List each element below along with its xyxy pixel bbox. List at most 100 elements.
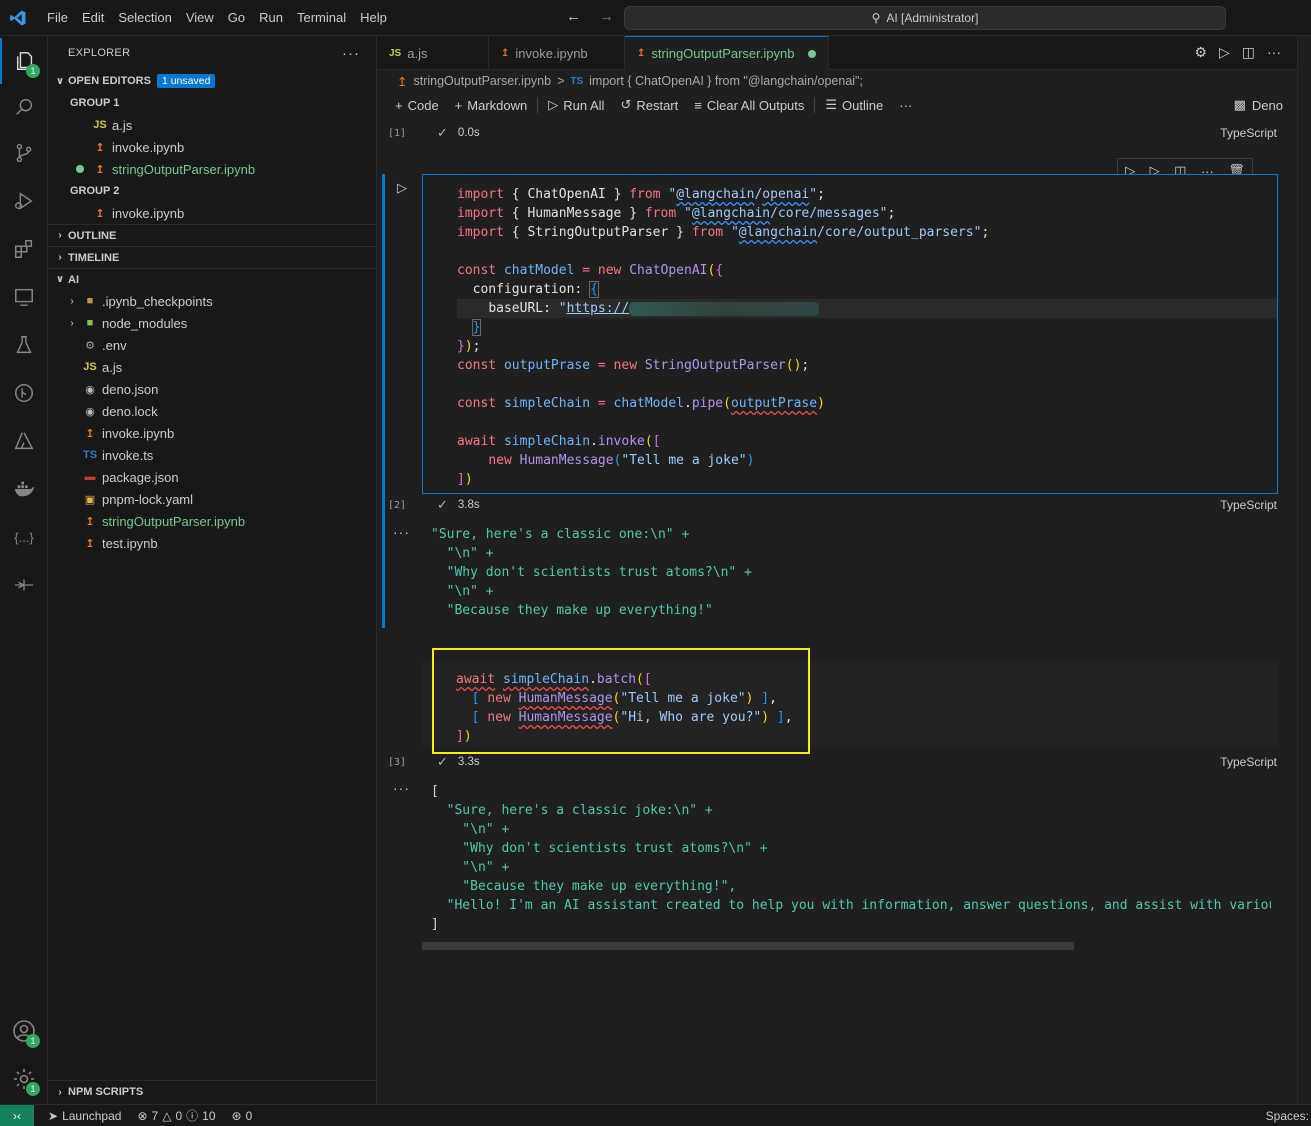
open-editor-invoke-ipynb-2[interactable]: ↥ invoke.ipynb (48, 202, 376, 224)
remote-indicator-icon[interactable]: ›‹ (0, 1104, 34, 1126)
kernel-icon: ▩ (1233, 97, 1246, 112)
docker-icon[interactable] (0, 466, 48, 512)
deno-icon: ◉ (85, 383, 95, 396)
execution-time: 0.0s (457, 127, 480, 139)
file-label: pnpm-lock.yaml (102, 491, 194, 507)
indentation-item[interactable]: Spaces: (1258, 1109, 1311, 1123)
cell-2-editor[interactable]: import { ChatOpenAI } from "@langchain/o… (422, 174, 1278, 494)
menu-file[interactable]: File (40, 0, 75, 36)
back-arrow-icon[interactable]: ← (566, 8, 581, 25)
git-graph-icon[interactable] (0, 370, 48, 416)
extensions-icon[interactable] (0, 226, 48, 272)
npm-scripts-header[interactable]: › NPM SCRIPTS (48, 1081, 377, 1103)
breadcrumb-symbol[interactable]: import { ChatOpenAI } from "@langchain/o… (589, 74, 863, 88)
breadcrumb-file[interactable]: stringOutputParser.ipynb (413, 74, 551, 88)
source-control-icon[interactable] (0, 130, 48, 176)
settings-gear-icon[interactable]: ⚙ (1194, 44, 1207, 61)
more-actions-icon[interactable]: ··· (891, 98, 920, 113)
file-item-stringoutputparser[interactable]: ↥ stringOutputParser.ipynb (48, 510, 376, 532)
run-icon[interactable]: ▷ (1219, 44, 1230, 61)
file-item-a-js[interactable]: JS a.js (48, 356, 376, 378)
output-more-icon[interactable]: ··· (393, 780, 410, 796)
file-item-deno-lock[interactable]: ◉ deno.lock (48, 400, 376, 422)
output-horizontal-scrollbar[interactable] (422, 942, 1074, 950)
account-badge: 1 (26, 1034, 40, 1048)
forward-arrow-icon[interactable]: → (599, 8, 614, 25)
timeline-header[interactable]: › TIMELINE (48, 246, 376, 268)
menu-view[interactable]: View (179, 0, 221, 36)
outline-button[interactable]: ☰ Outline (817, 97, 891, 113)
workspace-header[interactable]: ∨ AI (48, 268, 376, 290)
plus-icon: + (395, 97, 403, 113)
open-editor-invoke-ipynb[interactable]: ↥ invoke.ipynb (48, 136, 376, 158)
more-actions-icon[interactable]: ··· (1267, 44, 1281, 61)
search-icon[interactable] (0, 84, 48, 130)
file-item-deno-json[interactable]: ◉ deno.json (48, 378, 376, 400)
json-braces-icon[interactable]: {...} (0, 514, 48, 560)
problems-item[interactable]: ⊗ 7 △ 0 ⓘ 10 (129, 1107, 223, 1124)
explorer-sidebar: EXPLORER ··· ∨ OPEN EDITORS 1 unsaved GR… (48, 36, 377, 1104)
command-center[interactable]: ⚲ AI [Administrator] (624, 6, 1226, 30)
kernel-picker[interactable]: ▩ Deno (1234, 92, 1283, 118)
search-icon: ⚲ (871, 11, 881, 25)
explorer-icon[interactable]: 1 (0, 38, 48, 84)
open-editors-header[interactable]: ∨ OPEN EDITORS 1 unsaved (48, 70, 376, 92)
file-item-node-modules[interactable]: › ■ node_modules (48, 312, 376, 334)
activity-bar: 1 {...} 1 1 (0, 36, 48, 1104)
tab-stringoutputparser[interactable]: ↥ stringOutputParser.ipynb (625, 36, 830, 70)
open-editor-a-js[interactable]: JS a.js (48, 114, 376, 136)
file-item-env[interactable]: ⚙ .env (48, 334, 376, 356)
file-item-invoke-ipynb[interactable]: ↥ invoke.ipynb (48, 422, 376, 444)
cell-language[interactable]: TypeScript (1220, 126, 1277, 140)
open-editor-stringoutputparser[interactable]: ↥ stringOutputParser.ipynb (48, 158, 376, 180)
ts-icon: TS (82, 449, 98, 461)
azure-icon[interactable] (0, 418, 48, 464)
run-cell-button[interactable]: ▷ (397, 180, 407, 196)
file-item-package-json[interactable]: ▬ package.json (48, 466, 376, 488)
code-line: const simpleChain = chatModel.pipe(outpu… (457, 396, 825, 411)
account-icon[interactable]: 1 (0, 1008, 48, 1054)
menu-help[interactable]: Help (353, 0, 394, 36)
add-code-button[interactable]: + Code (387, 98, 447, 113)
restart-button[interactable]: ↺ Restart (612, 97, 686, 113)
manage-gear-icon[interactable]: 1 (0, 1056, 48, 1102)
launchpad-item[interactable]: ➤ Launchpad (40, 1109, 129, 1123)
minimap-strip[interactable] (1297, 36, 1311, 1104)
menu-go[interactable]: Go (221, 0, 252, 36)
menu-edit[interactable]: Edit (75, 0, 111, 36)
ports-item[interactable]: ⊛ 0 (224, 1109, 261, 1123)
cell-1-status: [1] ✓ 0.0s TypeScript (377, 122, 1277, 144)
explorer-title: EXPLORER (68, 47, 131, 59)
run-debug-icon[interactable] (0, 178, 48, 224)
code-line: const outputPrase = new StringOutputPars… (457, 358, 810, 373)
gitlens-icon[interactable] (0, 562, 48, 608)
output-more-icon[interactable]: ··· (393, 524, 410, 540)
cell-language[interactable]: TypeScript (1220, 498, 1277, 512)
more-actions-icon[interactable]: ··· (342, 45, 360, 62)
code-line: }); (457, 339, 481, 354)
file-item-ipynb-checkpoints[interactable]: › ■ .ipynb_checkpoints (48, 290, 376, 312)
file-item-invoke-ts[interactable]: TS invoke.ts (48, 444, 376, 466)
ports-count: 0 (245, 1108, 253, 1123)
menu-terminal[interactable]: Terminal (290, 0, 353, 36)
remote-explorer-icon[interactable] (0, 274, 48, 320)
add-markdown-button[interactable]: + Markdown (447, 98, 536, 113)
file-item-test-ipynb[interactable]: ↥ test.ipynb (48, 532, 376, 554)
outline-header[interactable]: › OUTLINE (48, 224, 376, 246)
cell-language[interactable]: TypeScript (1220, 755, 1277, 769)
menu-selection[interactable]: Selection (111, 0, 178, 36)
unsaved-dot-icon[interactable] (808, 49, 817, 58)
testing-flask-icon[interactable] (0, 322, 48, 368)
menu-run[interactable]: Run (252, 0, 290, 36)
editor-tabs: JS a.js ↥ invoke.ipynb ↥ stringOutputPar… (377, 36, 1311, 70)
vscode-logo-icon (0, 0, 36, 36)
tab-invoke-ipynb[interactable]: ↥ invoke.ipynb (489, 36, 625, 70)
clear-outputs-button[interactable]: ≡ Clear All Outputs (686, 98, 812, 113)
split-editor-icon[interactable]: ◫ (1242, 44, 1255, 61)
file-item-pnpm-lock[interactable]: ▣ pnpm-lock.yaml (48, 488, 376, 510)
run-all-button[interactable]: ▷ Run All (540, 97, 612, 113)
execution-count: [2] (387, 499, 407, 511)
file-label: node_modules (102, 315, 188, 331)
file-label: a.js (102, 359, 123, 375)
tab-a-js[interactable]: JS a.js (377, 36, 489, 70)
